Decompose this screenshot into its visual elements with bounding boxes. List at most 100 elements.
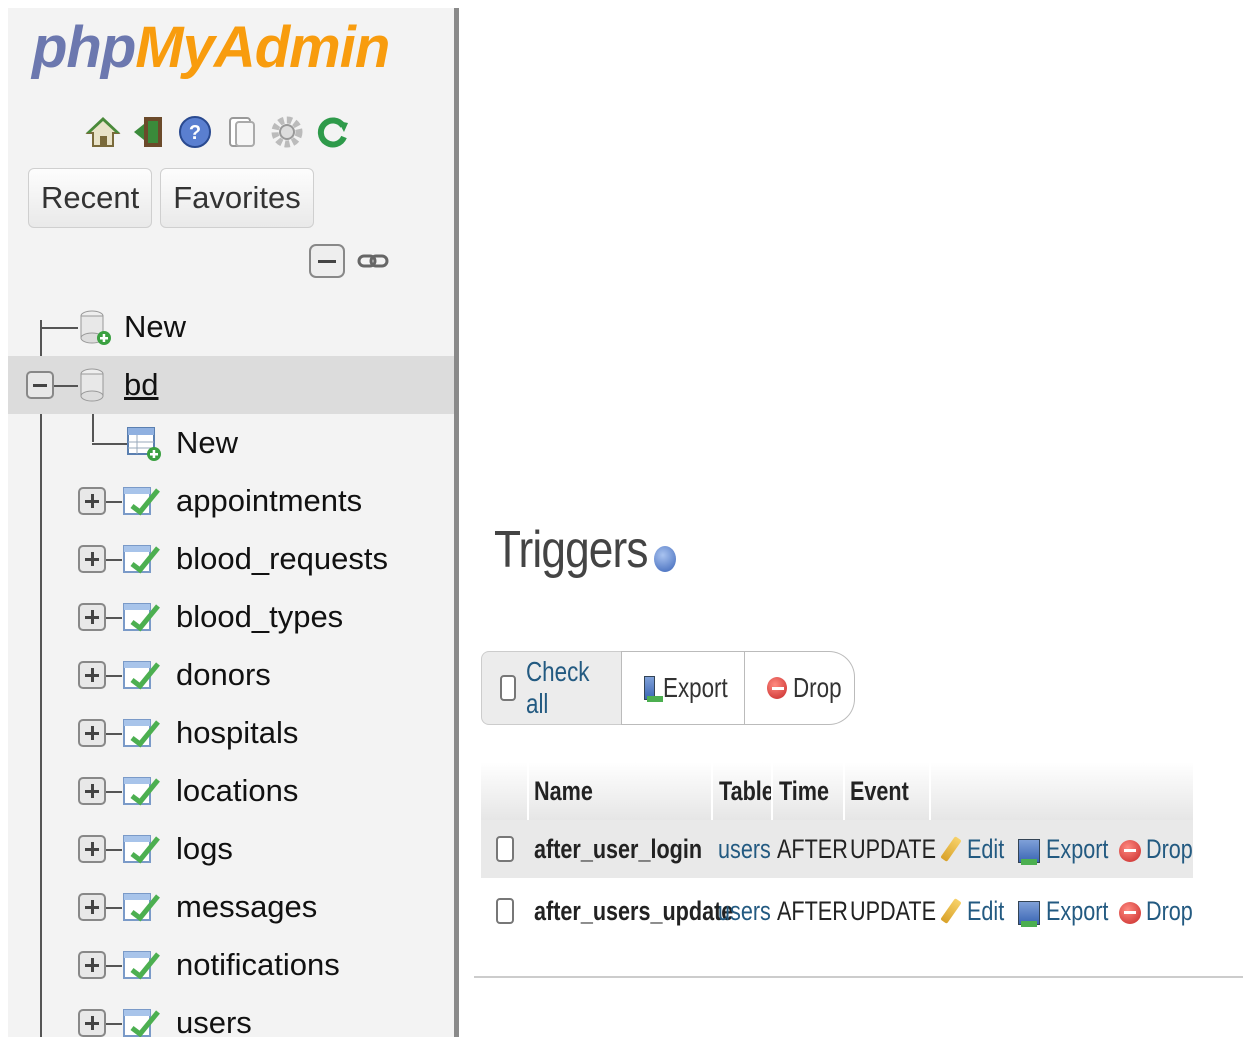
bulk-export-button[interactable]: Export [621, 651, 745, 725]
export-label[interactable]: Export [1046, 882, 1108, 940]
column-header-time[interactable]: Time [779, 762, 829, 820]
check-all-checkbox[interactable] [500, 675, 516, 701]
drop-icon [1119, 839, 1141, 862]
check-all-label[interactable]: Check all [526, 656, 602, 720]
tree-table-row[interactable]: blood_requests [8, 530, 454, 588]
check-all-control[interactable]: Check all [481, 651, 621, 725]
link-with-main-icon[interactable] [356, 244, 390, 278]
tree-table-label[interactable]: appointments [176, 472, 362, 530]
expand-table-icon[interactable] [78, 661, 106, 689]
table-icon [122, 658, 162, 692]
bulk-drop-label: Drop [793, 672, 842, 703]
table-icon [122, 542, 162, 576]
tree-table-row[interactable]: blood_types [8, 588, 454, 646]
bulk-drop-button[interactable]: Drop [745, 651, 855, 725]
expand-table-icon[interactable] [78, 487, 106, 515]
expand-table-icon[interactable] [78, 545, 106, 573]
documentation-icon[interactable] [222, 113, 260, 151]
edit-link[interactable]: Edit [941, 882, 1014, 940]
exit-icon[interactable] [130, 113, 168, 151]
tree-table-row[interactable]: donors [8, 646, 454, 704]
reload-icon[interactable] [314, 113, 352, 151]
expand-table-icon[interactable] [78, 1009, 106, 1037]
database-icon [78, 366, 108, 404]
tree-database-bd[interactable]: bd [8, 356, 454, 414]
favorites-button[interactable]: Favorites [160, 168, 314, 228]
tree-table-row[interactable]: messages [8, 878, 454, 936]
collapse-database-icon[interactable] [26, 371, 54, 399]
recent-button[interactable]: Recent [28, 168, 153, 228]
trigger-event: UPDATE [850, 896, 937, 926]
tree-table-label[interactable]: blood_requests [176, 530, 388, 588]
home-icon[interactable] [84, 113, 122, 151]
bulk-actions-bar: Check all Export Drop [481, 651, 855, 725]
column-header-table[interactable]: Table [719, 762, 774, 820]
table-icon [122, 600, 162, 634]
expand-table-icon[interactable] [78, 951, 106, 979]
tree-table-label[interactable]: notifications [176, 936, 340, 994]
export-icon [644, 676, 664, 702]
tree-new-database[interactable]: New [8, 298, 454, 356]
column-header-event[interactable]: Event [850, 762, 909, 820]
trigger-time: AFTER [777, 896, 848, 926]
edit-icon [941, 836, 961, 866]
table-icon [122, 948, 162, 982]
tree-table-label[interactable]: messages [176, 878, 317, 936]
row-checkbox[interactable] [496, 898, 514, 924]
tree-table-label[interactable]: donors [176, 646, 271, 704]
phpmyadmin-logo[interactable]: phpMyAdmin [32, 14, 390, 82]
trigger-time: AFTER [777, 834, 848, 864]
tree-table-row[interactable]: appointments [8, 472, 454, 530]
settings-icon[interactable] [268, 113, 306, 151]
expand-table-icon[interactable] [78, 719, 106, 747]
drop-label[interactable]: Drop [1146, 882, 1193, 940]
export-icon [1018, 838, 1040, 865]
tree-table-label[interactable]: logs [176, 820, 233, 878]
trigger-event: UPDATE [850, 834, 937, 864]
logo-myadmin-text: MyAdmin [135, 15, 390, 80]
table-header-row: Name Table Time Event [481, 762, 1193, 821]
export-link[interactable]: Export [1018, 882, 1124, 940]
export-link[interactable]: Export [1018, 820, 1124, 878]
expand-table-icon[interactable] [78, 835, 106, 863]
trigger-table-link[interactable]: users [718, 820, 771, 878]
tree-database-bd-label[interactable]: bd [124, 356, 158, 414]
tree-new-database-label[interactable]: New [124, 298, 186, 356]
tree-table-label[interactable]: users [176, 994, 252, 1037]
export-label[interactable]: Export [1046, 820, 1108, 878]
row-checkbox[interactable] [496, 836, 514, 862]
expand-table-icon[interactable] [78, 777, 106, 805]
column-header-name[interactable]: Name [534, 762, 593, 820]
tree-table-label[interactable]: locations [176, 762, 298, 820]
navigation-sidebar: phpMyAdmin ? Recent Favorites New bd New… [8, 8, 459, 1037]
tree-new-table-label[interactable]: New [176, 414, 238, 472]
new-database-icon [78, 308, 112, 346]
edit-label[interactable]: Edit [967, 882, 1004, 940]
edit-icon [941, 898, 961, 928]
help-icon[interactable] [654, 546, 676, 572]
expand-table-icon[interactable] [78, 603, 106, 631]
tree-table-row[interactable]: locations [8, 762, 454, 820]
drop-icon [1119, 901, 1141, 924]
logo-php-text: php [32, 15, 136, 80]
table-icon [122, 890, 162, 924]
collapse-all-icon[interactable] [308, 242, 346, 280]
drop-link[interactable]: Drop [1119, 820, 1205, 878]
table-icon [122, 832, 162, 866]
tree-table-row[interactable]: logs [8, 820, 454, 878]
edit-label[interactable]: Edit [967, 820, 1004, 878]
drop-link[interactable]: Drop [1119, 882, 1205, 940]
tree-new-table[interactable]: New [8, 414, 454, 472]
drop-label[interactable]: Drop [1146, 820, 1193, 878]
trigger-table-link[interactable]: users [718, 882, 771, 940]
expand-table-icon[interactable] [78, 893, 106, 921]
tree-table-label[interactable]: blood_types [176, 588, 343, 646]
table-row: after_users_update users AFTER UPDATE Ed… [481, 882, 1193, 940]
tree-table-row[interactable]: hospitals [8, 704, 454, 762]
help-icon[interactable]: ? [176, 113, 214, 151]
table-icon [122, 716, 162, 750]
tree-table-row[interactable]: users [8, 994, 454, 1037]
tree-table-label[interactable]: hospitals [176, 704, 298, 762]
tree-table-row[interactable]: notifications [8, 936, 454, 994]
edit-link[interactable]: Edit [941, 820, 1014, 878]
